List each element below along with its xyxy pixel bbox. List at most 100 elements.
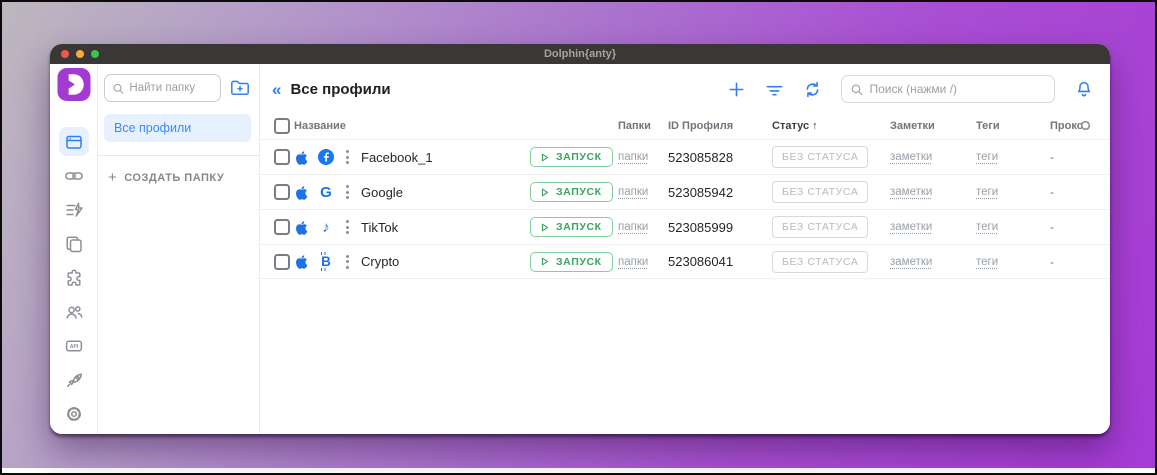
- sidebar-item-boost[interactable]: [59, 366, 89, 395]
- proxy-value: -: [1050, 255, 1110, 269]
- folder-item-all-profiles[interactable]: Все профили: [104, 114, 251, 142]
- filter-button[interactable]: [765, 80, 784, 99]
- status-button[interactable]: БЕЗ СТАТУСА: [772, 216, 868, 238]
- sidebar-item-extensions[interactable]: [59, 263, 89, 292]
- google-icon: G: [318, 185, 334, 200]
- svg-text:API: API: [69, 344, 78, 350]
- main-area: « Все профили: [260, 64, 1110, 434]
- column-header-tags[interactable]: Теги: [976, 120, 1050, 132]
- rocket-icon: [64, 370, 84, 390]
- launch-button[interactable]: ЗАПУСК: [530, 182, 613, 202]
- folder-search-input[interactable]: [129, 82, 213, 94]
- refresh-icon: [803, 80, 822, 99]
- apple-icon: [294, 220, 309, 235]
- sidebar-item-team[interactable]: [59, 298, 89, 327]
- tags-link[interactable]: теги: [976, 256, 1050, 268]
- row-menu-kebab[interactable]: [343, 218, 352, 236]
- folders-link[interactable]: папки: [618, 256, 668, 268]
- titlebar: Dolphin{anty}: [50, 44, 1110, 64]
- play-icon: [539, 187, 550, 198]
- profile-id: 523085942: [668, 185, 772, 200]
- play-icon: [539, 152, 550, 163]
- collapse-panel-icon[interactable]: «: [272, 81, 281, 98]
- column-header-id[interactable]: ID Профиля: [668, 120, 772, 132]
- users-icon: [64, 302, 84, 322]
- sort-arrow-icon: ↑: [812, 120, 818, 132]
- sidebar-item-tabs[interactable]: [59, 229, 89, 258]
- launch-button[interactable]: ЗАПУСК: [530, 147, 613, 167]
- sidebar-item-api[interactable]: API: [59, 332, 89, 361]
- search-icon: [112, 81, 124, 96]
- profile-row: Facebook_1 ЗАПУСК папки 523085828 БЕЗ СТ…: [260, 139, 1110, 174]
- sidebar-item-automation[interactable]: [59, 195, 89, 224]
- profile-row: B Crypto ЗАПУСК папки 523086041 БЕЗ СТАТ…: [260, 244, 1110, 279]
- create-folder-label: СОЗДАТЬ ПАПКУ: [124, 172, 224, 184]
- profiles-search: [841, 75, 1055, 103]
- page-title: Все профили: [290, 81, 390, 98]
- folders-link[interactable]: папки: [618, 186, 668, 198]
- dolphin-anty-window: Dolphin{anty}: [50, 44, 1110, 434]
- row-checkbox[interactable]: [274, 219, 290, 235]
- column-header-name[interactable]: Название: [294, 120, 530, 132]
- main-header: « Все профили: [260, 64, 1110, 112]
- dolphin-logo: [57, 68, 91, 101]
- select-all-checkbox[interactable]: [274, 118, 290, 134]
- notes-link[interactable]: заметки: [890, 256, 976, 268]
- sidebar-item-settings[interactable]: [59, 400, 89, 429]
- search-icon: [850, 82, 864, 97]
- notifications-button[interactable]: [1074, 79, 1094, 99]
- tags-link[interactable]: теги: [976, 151, 1050, 163]
- proxy-value: -: [1050, 150, 1110, 164]
- notes-link[interactable]: заметки: [890, 186, 976, 198]
- facebook-icon: [318, 149, 334, 165]
- row-checkbox[interactable]: [274, 184, 290, 200]
- browser-icon: [64, 132, 84, 152]
- profile-name: Google: [361, 185, 403, 200]
- notes-link[interactable]: заметки: [890, 151, 976, 163]
- list-lightning-icon: [64, 200, 84, 220]
- puzzle-icon: [64, 268, 84, 288]
- bitcoin-icon: B: [318, 255, 334, 269]
- folder-panel-divider: [98, 155, 259, 156]
- copy-icon: [64, 234, 84, 254]
- column-header-proxy[interactable]: Прокси: [1050, 119, 1110, 132]
- proxy-value: -: [1050, 185, 1110, 199]
- row-checkbox[interactable]: [274, 149, 290, 165]
- create-folder-button[interactable]: + СОЗДАТЬ ПАПКУ: [104, 170, 251, 185]
- status-button[interactable]: БЕЗ СТАТУСА: [772, 251, 868, 273]
- folders-link[interactable]: папки: [618, 221, 668, 233]
- add-profile-button[interactable]: [727, 80, 746, 99]
- launch-button[interactable]: ЗАПУСК: [530, 252, 613, 272]
- filter-icon: [765, 80, 784, 99]
- profile-name: Crypto: [361, 254, 399, 269]
- profile-row: G Google ЗАПУСК папки 523085942 БЕЗ СТАТ…: [260, 174, 1110, 209]
- profiles-search-input[interactable]: [870, 82, 1047, 96]
- columns-settings-gear-icon[interactable]: [1079, 119, 1092, 132]
- status-button[interactable]: БЕЗ СТАТУСА: [772, 181, 868, 203]
- status-button[interactable]: БЕЗ СТАТУСА: [772, 146, 868, 168]
- row-menu-kebab[interactable]: [343, 183, 352, 201]
- row-menu-kebab[interactable]: [343, 253, 352, 271]
- play-icon: [539, 256, 550, 267]
- folders-link[interactable]: папки: [618, 151, 668, 163]
- sidebar-item-profiles[interactable]: [59, 127, 89, 156]
- tags-link[interactable]: теги: [976, 221, 1050, 233]
- link-icon: [64, 166, 84, 186]
- proxy-value: -: [1050, 220, 1110, 234]
- column-header-notes[interactable]: Заметки: [890, 120, 976, 132]
- refresh-button[interactable]: [803, 80, 822, 99]
- column-header-status[interactable]: Статус↑: [772, 120, 890, 132]
- notes-link[interactable]: заметки: [890, 221, 976, 233]
- sidebar-item-proxy[interactable]: [59, 161, 89, 190]
- row-menu-kebab[interactable]: [343, 148, 352, 166]
- launch-button[interactable]: ЗАПУСК: [530, 217, 613, 237]
- column-header-folders[interactable]: Папки: [618, 120, 668, 132]
- apple-icon: [294, 254, 309, 269]
- plus-icon: +: [108, 170, 117, 185]
- window-title: Dolphin{anty}: [50, 48, 1110, 60]
- add-folder-icon[interactable]: [229, 77, 251, 99]
- api-icon: API: [64, 336, 84, 356]
- tags-link[interactable]: теги: [976, 186, 1050, 198]
- table-header: Название Папки ID Профиля Статус↑ Заметк…: [260, 112, 1110, 139]
- row-checkbox[interactable]: [274, 254, 290, 270]
